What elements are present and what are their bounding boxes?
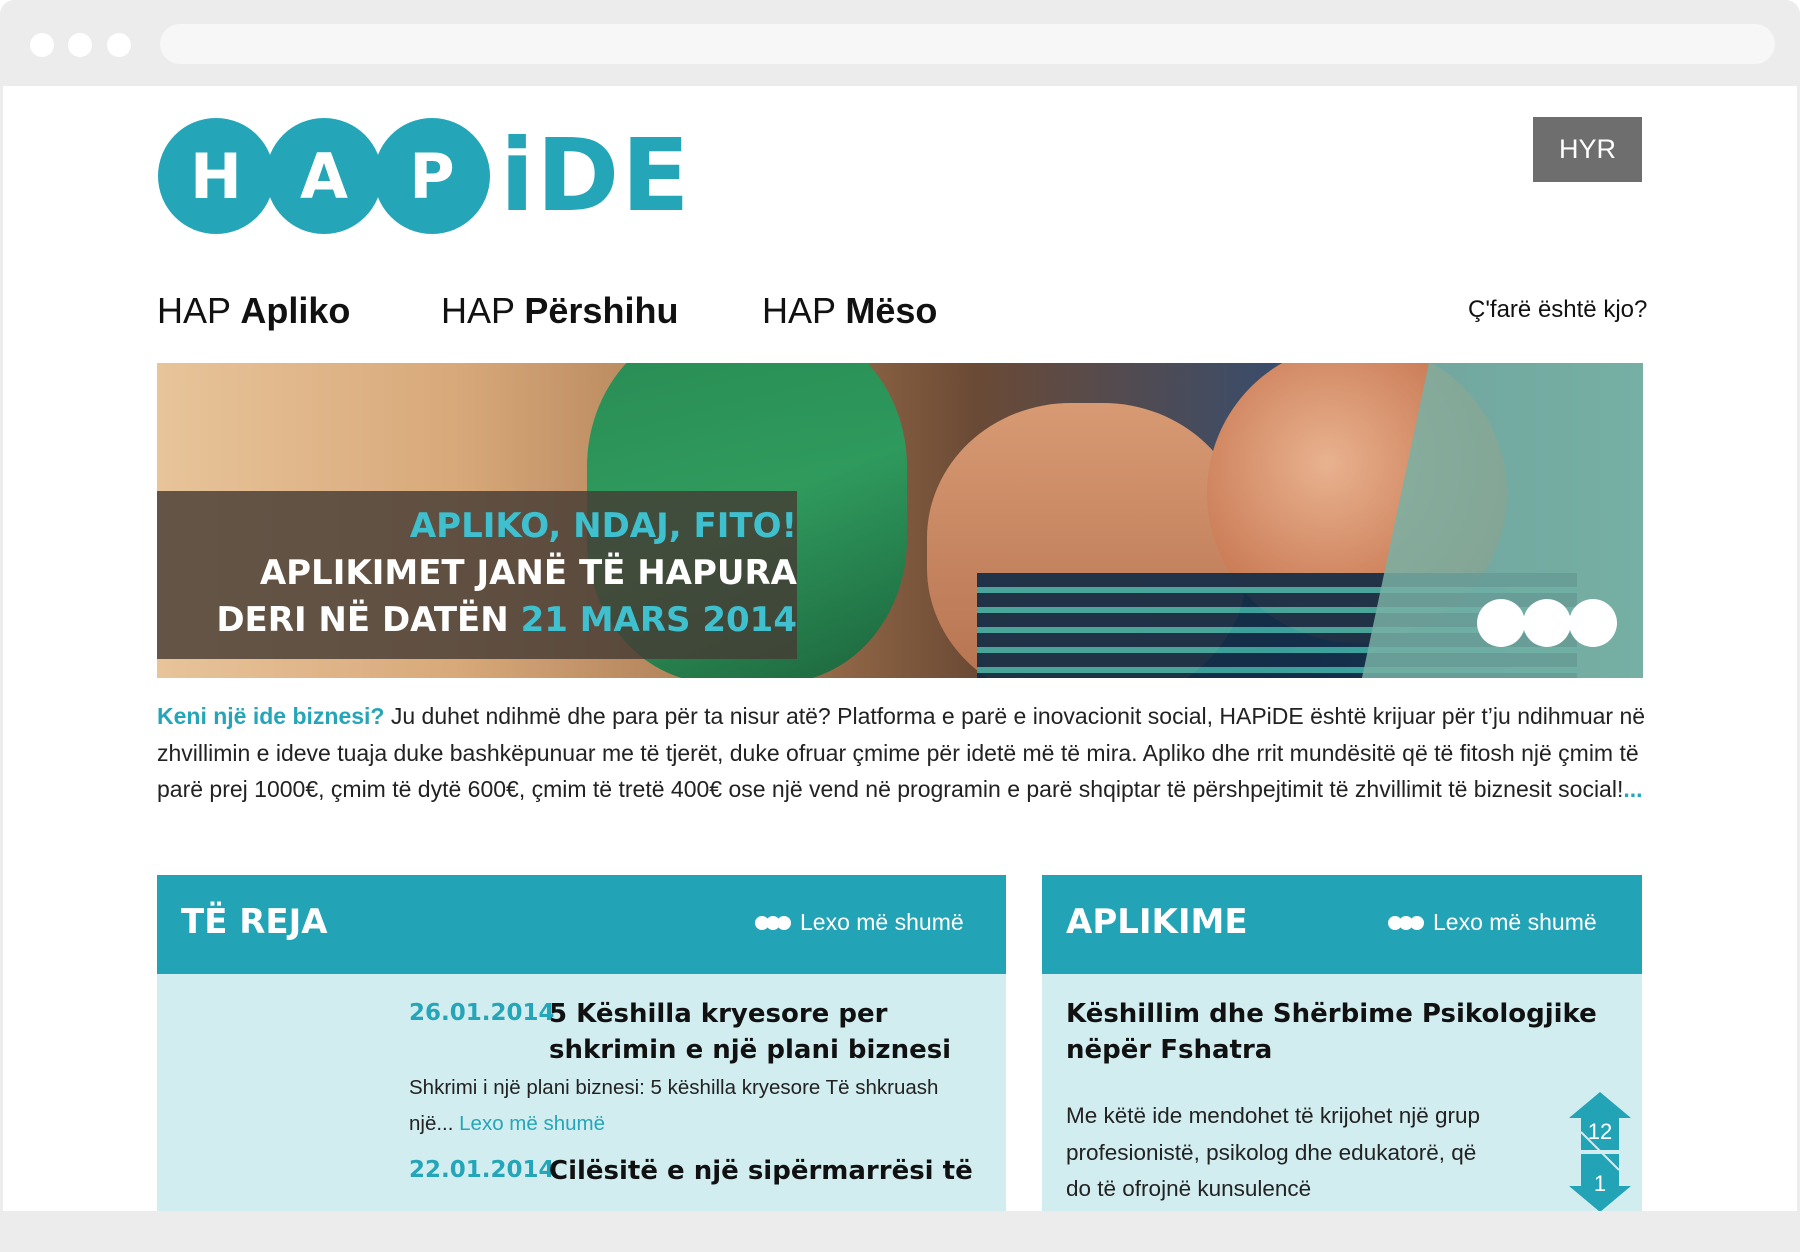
logo-letter: P [374,118,490,234]
about-link[interactable]: Ç'farë është kjo? [1468,296,1647,324]
applications-panel-body: Këshillim dhe Shërbime Psikologjike nëpë… [1042,974,1642,1211]
slider-dots[interactable] [1477,599,1617,647]
applications-more-label: Lexo më shumë [1433,909,1597,935]
browser-toolbar [0,0,1800,86]
window-dot-icon[interactable] [107,33,131,57]
intro-more-link[interactable]: ... [1623,776,1642,802]
hero-deadline: DERI NË DATËN 21 MARS 2014 [216,600,797,640]
window-dot-icon[interactable] [30,33,54,57]
intro-paragraph: Keni një ide biznesi? Ju duhet ndihmë dh… [157,698,1647,808]
intro-lead: Keni një ide biznesi? [157,703,385,729]
window-dot-icon[interactable] [68,33,92,57]
nav-prefix: HAP [762,290,836,331]
news-title[interactable]: 5 Këshilla kryesore per shkrimin e një p… [549,996,989,1068]
hero-subline: APLIKIMET JANË TË HAPURA [259,553,797,593]
slider-dot-icon[interactable] [1477,599,1525,647]
nav-item-apliko[interactable]: HAP Apliko [157,290,350,332]
application-title[interactable]: Këshillim dhe Shërbime Psikologjike nëpë… [1066,996,1626,1068]
news-date: 26.01.2014 [409,1000,555,1026]
nav-label: Përshihu [524,290,679,331]
logo-letter: A [266,118,382,234]
applications-more-link[interactable]: Lexo më shumë [1388,909,1597,936]
dots-icon [755,915,791,930]
address-bar[interactable] [160,24,1775,64]
site-logo[interactable]: H A P iDE [158,118,692,234]
news-panel-title: TË REJA [181,902,328,942]
nav-label: Mëso [845,290,938,331]
news-panel-body: 26.01.2014 5 Këshilla kryesore per shkri… [157,974,1006,1211]
nav-prefix: HAP [441,290,515,331]
news-more-link[interactable]: Lexo më shumë [755,909,964,936]
vote-down-count: 1 [1594,1171,1606,1196]
browser-window: H A P iDE HYR HAP Apliko HAP Përshihu HA… [0,0,1800,1252]
nav-item-meso[interactable]: HAP Mëso [762,290,937,332]
hero-deadline-prefix: DERI NË DATËN [216,600,509,640]
news-more-label: Lexo më shumë [800,909,964,935]
slider-dot-icon[interactable] [1523,599,1571,647]
hero-banner[interactable]: APLIKO, NDAJ, FITO! APLIKIMET JANË TË HA… [157,363,1643,678]
nav-prefix: HAP [157,290,231,331]
hero-headline: APLIKO, NDAJ, FITO! [409,506,797,546]
page-viewport: H A P iDE HYR HAP Apliko HAP Përshihu HA… [3,86,1797,1211]
logo-letter: H [158,118,274,234]
logo-wordmark: iDE [500,117,692,234]
nav-item-pershihu[interactable]: HAP Përshihu [441,290,678,332]
browser-bottom-bar [0,1211,1800,1252]
hero-deadline-date: 21 MARS 2014 [520,600,797,640]
applications-panel-title: APLIKIME [1066,902,1248,942]
applications-panel-header: APLIKIME Lexo më shumë [1042,875,1642,974]
news-read-more-link[interactable]: Lexo më shumë [459,1112,605,1135]
nav-label: Apliko [240,290,351,331]
vote-up-count: 12 [1588,1119,1612,1144]
news-panel-header: TË REJA Lexo më shumë [157,875,1006,974]
dots-icon [1388,915,1424,930]
vote-widget[interactable]: 12 1 [1569,1092,1631,1211]
slider-dot-icon[interactable] [1569,599,1617,647]
application-summary: Me këtë ide mendohet të krijohet një gru… [1066,1103,1480,1201]
news-title[interactable]: Cilësitë e një sipërmarrësi të [549,1153,989,1189]
news-date: 22.01.2014 [409,1157,555,1183]
news-excerpt: Shkrimi i një plani biznesi: 5 këshilla … [409,1070,979,1142]
login-button[interactable]: HYR [1533,117,1642,182]
